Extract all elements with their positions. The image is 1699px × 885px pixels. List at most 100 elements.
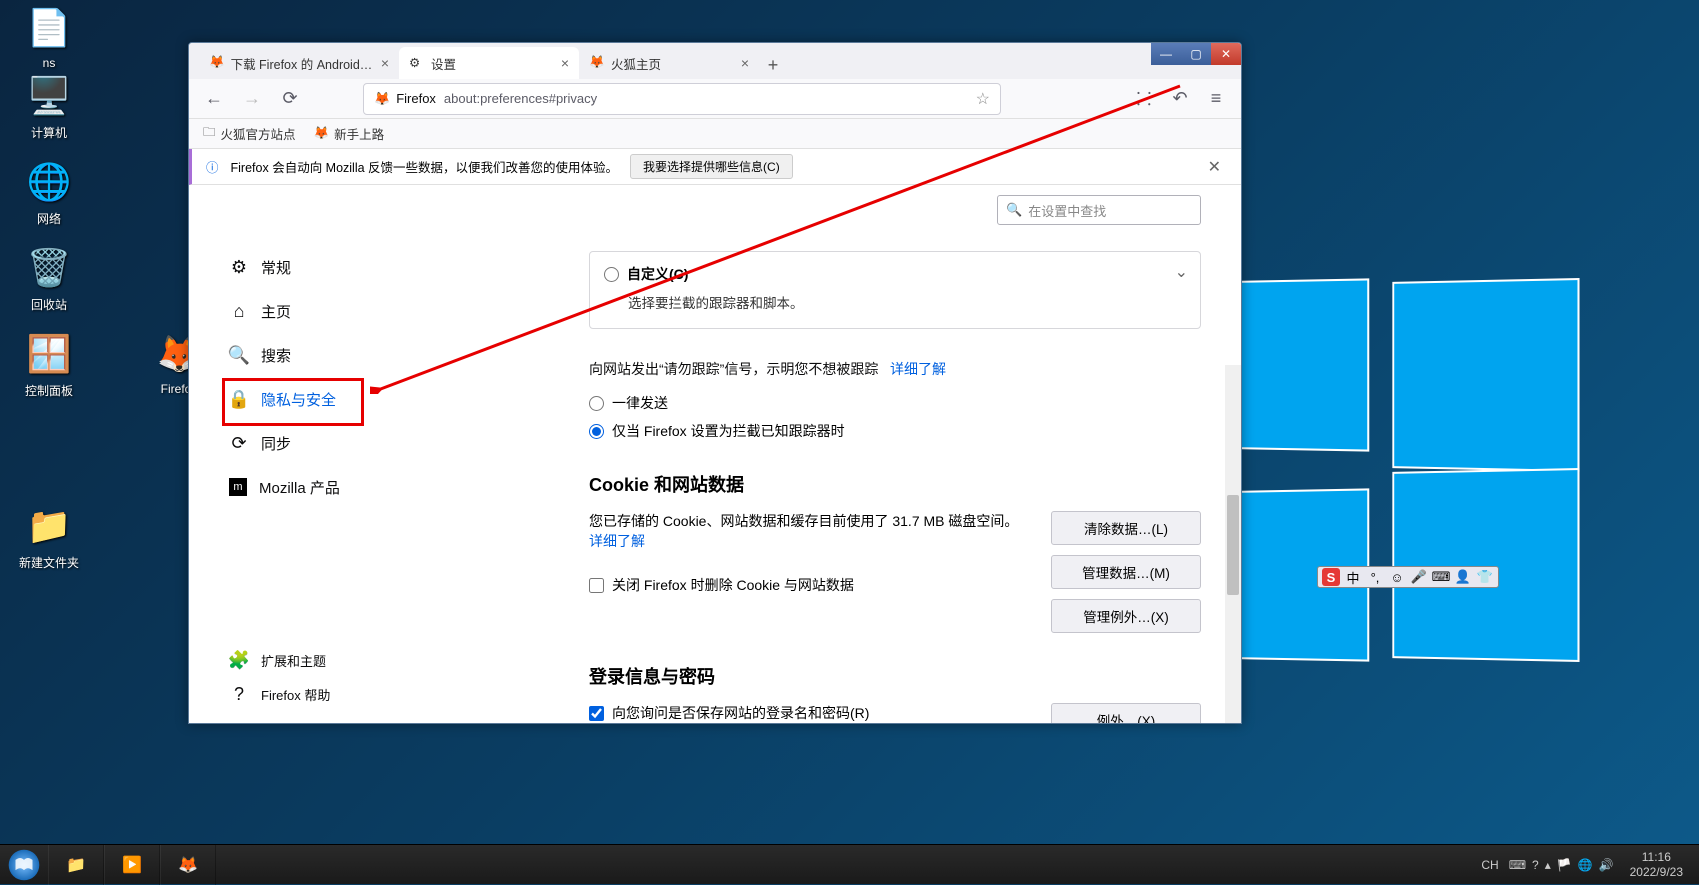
sidebar-item-search[interactable]: 🔍搜索 [219, 333, 389, 377]
tab-label: 下载 Firefox 的 Android 与 iO [231, 54, 375, 73]
window-close-button[interactable]: ✕ [1211, 43, 1241, 65]
wallpaper-windows-logo [1199, 280, 1579, 660]
dnt-learn-more-link[interactable]: 详细了解 [890, 361, 946, 377]
settings-search-input[interactable]: 🔍 在设置中查找 [997, 195, 1201, 225]
clear-data-button[interactable]: 清除数据…(L) [1051, 511, 1201, 545]
sidebar-item-general[interactable]: ⚙常规 [219, 245, 389, 289]
tracking-custom-option[interactable]: ⌄ 自定义(C) 选择要拦截的跟踪器和脚本。 [589, 251, 1201, 329]
lock-icon: 🔒 [229, 389, 249, 410]
taskbar-explorer[interactable]: 📁 [48, 845, 104, 885]
tab-close-icon[interactable]: × [381, 55, 389, 71]
tab-settings[interactable]: ⚙ 设置 × [399, 47, 579, 79]
start-button[interactable] [0, 845, 48, 885]
help-icon: ? [229, 684, 249, 705]
new-tab-button[interactable]: + [759, 51, 787, 79]
reload-button[interactable]: ⟳ [275, 84, 305, 114]
telemetry-info-banner: ⓘ Firefox 会自动向 Mozilla 反馈一些数据，以便我们改善您的使用… [189, 149, 1241, 185]
tray-time: 11:16 [1630, 850, 1683, 864]
custom-label: 自定义(C) [627, 264, 688, 284]
firefox-icon: 🦊 [589, 55, 605, 71]
desktop-icon-new-folder[interactable]: 📁新建文件夹 [10, 502, 88, 571]
tray-help-icon[interactable]: ? [1532, 858, 1539, 872]
firefox-icon: 🦊 [314, 126, 330, 141]
undo-button[interactable]: ↶ [1165, 84, 1195, 114]
chevron-down-icon[interactable]: ⌄ [1175, 262, 1188, 282]
dnt-known-trackers-option[interactable]: 仅当 Firefox 设置为拦截已知跟踪器时 [589, 421, 1201, 441]
cookies-learn-more-link[interactable]: 详细了解 [589, 533, 645, 549]
login-exceptions-button[interactable]: 例外…(X) [1051, 703, 1201, 723]
gear-icon: ⚙ [229, 257, 249, 278]
firefox-window: — ▢ ✕ 🦊 下载 Firefox 的 Android 与 iO × ⚙ 设置… [188, 42, 1242, 724]
ime-toolbar[interactable]: S 中 °, ☺ 🎤 ⌨ 👤 👕 [1317, 566, 1499, 588]
window-minimize-button[interactable]: — [1151, 43, 1181, 65]
tray-network-icon[interactable]: 🌐 [1578, 858, 1593, 872]
tab-close-icon[interactable]: × [741, 55, 749, 71]
dnt-intro: 向网站发出“请勿跟踪”信号，示明您不想被跟踪 详细了解 [589, 359, 1201, 379]
desktop-icon-ns[interactable]: 📄ns [10, 4, 88, 70]
taskbar-firefox[interactable]: 🦊 [160, 845, 216, 885]
tab-firefox-home[interactable]: 🦊 火狐主页 × [579, 47, 759, 79]
back-button[interactable]: ← [199, 84, 229, 114]
radio-custom[interactable] [604, 267, 619, 282]
ime-user-button[interactable]: 👤 [1454, 568, 1472, 586]
dnt-always-option[interactable]: 一律发送 [589, 393, 1201, 413]
desktop-icon-network[interactable]: 🌐网络 [10, 158, 88, 227]
url-bar[interactable]: 🦊 Firefox about:preferences#privacy ☆ [363, 83, 1001, 115]
tray-clock[interactable]: 11:16 2022/9/23 [1624, 850, 1689, 879]
sidebar-item-help[interactable]: ?Firefox 帮助 [219, 677, 340, 711]
desktop-icon-recycle-bin[interactable]: 🗑️回收站 [10, 244, 88, 313]
tab-download-firefox[interactable]: 🦊 下载 Firefox 的 Android 与 iO × [199, 47, 399, 79]
desktop-icon-computer[interactable]: 🖥️计算机 [10, 72, 88, 141]
home-icon: ⌂ [229, 301, 249, 322]
cookies-stored-text: 您已存储的 Cookie、网站数据和缓存目前使用了 31.7 MB 磁盘空间。 [589, 511, 1031, 531]
gear-icon: ⚙ [409, 55, 425, 71]
sogou-icon[interactable]: S [1322, 568, 1340, 586]
tray-date: 2022/9/23 [1630, 865, 1683, 879]
bookmark-star-icon[interactable]: ☆ [976, 89, 990, 109]
bookmark-getting-started[interactable]: 🦊 新手上路 [314, 124, 385, 143]
tray-flag-icon[interactable]: 🏳️ [1557, 858, 1572, 872]
tab-close-icon[interactable]: × [561, 55, 569, 71]
search-icon: 🔍 [1006, 202, 1022, 218]
identity-box[interactable]: 🦊 Firefox [374, 91, 436, 107]
checkbox-ask-save[interactable] [589, 706, 604, 721]
manage-exceptions-button[interactable]: 管理例外…(X) [1051, 599, 1201, 633]
window-maximize-button[interactable]: ▢ [1181, 43, 1211, 65]
radio-known-trackers[interactable] [589, 424, 604, 439]
taskbar-media-player[interactable]: ▶️ [104, 845, 160, 885]
mozilla-icon: m [229, 478, 247, 496]
ime-lang-button[interactable]: 中 [1344, 568, 1362, 586]
manage-data-button[interactable]: 管理数据…(M) [1051, 555, 1201, 589]
ime-voice-button[interactable]: 🎤 [1410, 568, 1428, 586]
tray-language-indicator[interactable]: CH [1481, 858, 1498, 872]
ask-save-passwords-option[interactable]: 向您询问是否保存网站的登录名和密码(R) [589, 703, 1031, 723]
choose-data-button[interactable]: 我要选择提供哪些信息(C) [630, 154, 793, 179]
sidebar-item-sync[interactable]: ⟳同步 [219, 421, 389, 465]
sidebar-item-privacy[interactable]: 🔒隐私与安全 [219, 377, 389, 421]
checkbox-delete-on-close[interactable] [589, 578, 604, 593]
tray-volume-icon[interactable]: 🔊 [1599, 858, 1614, 872]
ime-keyboard-button[interactable]: ⌨ [1432, 568, 1450, 586]
tray-chevron-up-icon[interactable]: ▴ [1545, 858, 1551, 872]
desktop-icon-control-panel[interactable]: 🪟控制面板 [10, 330, 88, 399]
bookmark-firefox-official[interactable]: 🗀 火狐官方站点 [203, 123, 296, 144]
radio-always-send[interactable] [589, 396, 604, 411]
sidebar-item-mozilla[interactable]: mMozilla 产品 [219, 465, 389, 509]
ime-emoji-button[interactable]: ☺ [1388, 568, 1406, 586]
ime-punct-button[interactable]: °, [1366, 568, 1384, 586]
cookies-section-title: Cookie 和网站数据 [589, 471, 1201, 497]
sidebar-item-extensions[interactable]: 🧩扩展和主题 [219, 643, 340, 677]
screenshot-button[interactable]: ⸬ [1129, 84, 1159, 114]
banner-close-button[interactable]: ✕ [1202, 157, 1227, 177]
ime-skin-button[interactable]: 👕 [1476, 568, 1494, 586]
forward-button[interactable]: → [237, 84, 267, 114]
logins-section-title: 登录信息与密码 [589, 663, 1201, 689]
sidebar-item-home[interactable]: ⌂主页 [219, 289, 389, 333]
app-menu-button[interactable]: ≡ [1201, 84, 1231, 114]
tray-keyboard-icon[interactable]: ⌨ [1509, 858, 1526, 872]
windows-taskbar: 📁 ▶️ 🦊 CH ⌨ ? ▴ 🏳️ 🌐 🔊 11:16 2022/9/23 [0, 844, 1699, 884]
custom-description: 选择要拦截的跟踪器和脚本。 [628, 292, 1186, 312]
url-text: about:preferences#privacy [444, 91, 597, 106]
tab-label: 火狐主页 [611, 54, 661, 73]
bookmarks-toolbar: 🗀 火狐官方站点 🦊 新手上路 [189, 119, 1241, 149]
